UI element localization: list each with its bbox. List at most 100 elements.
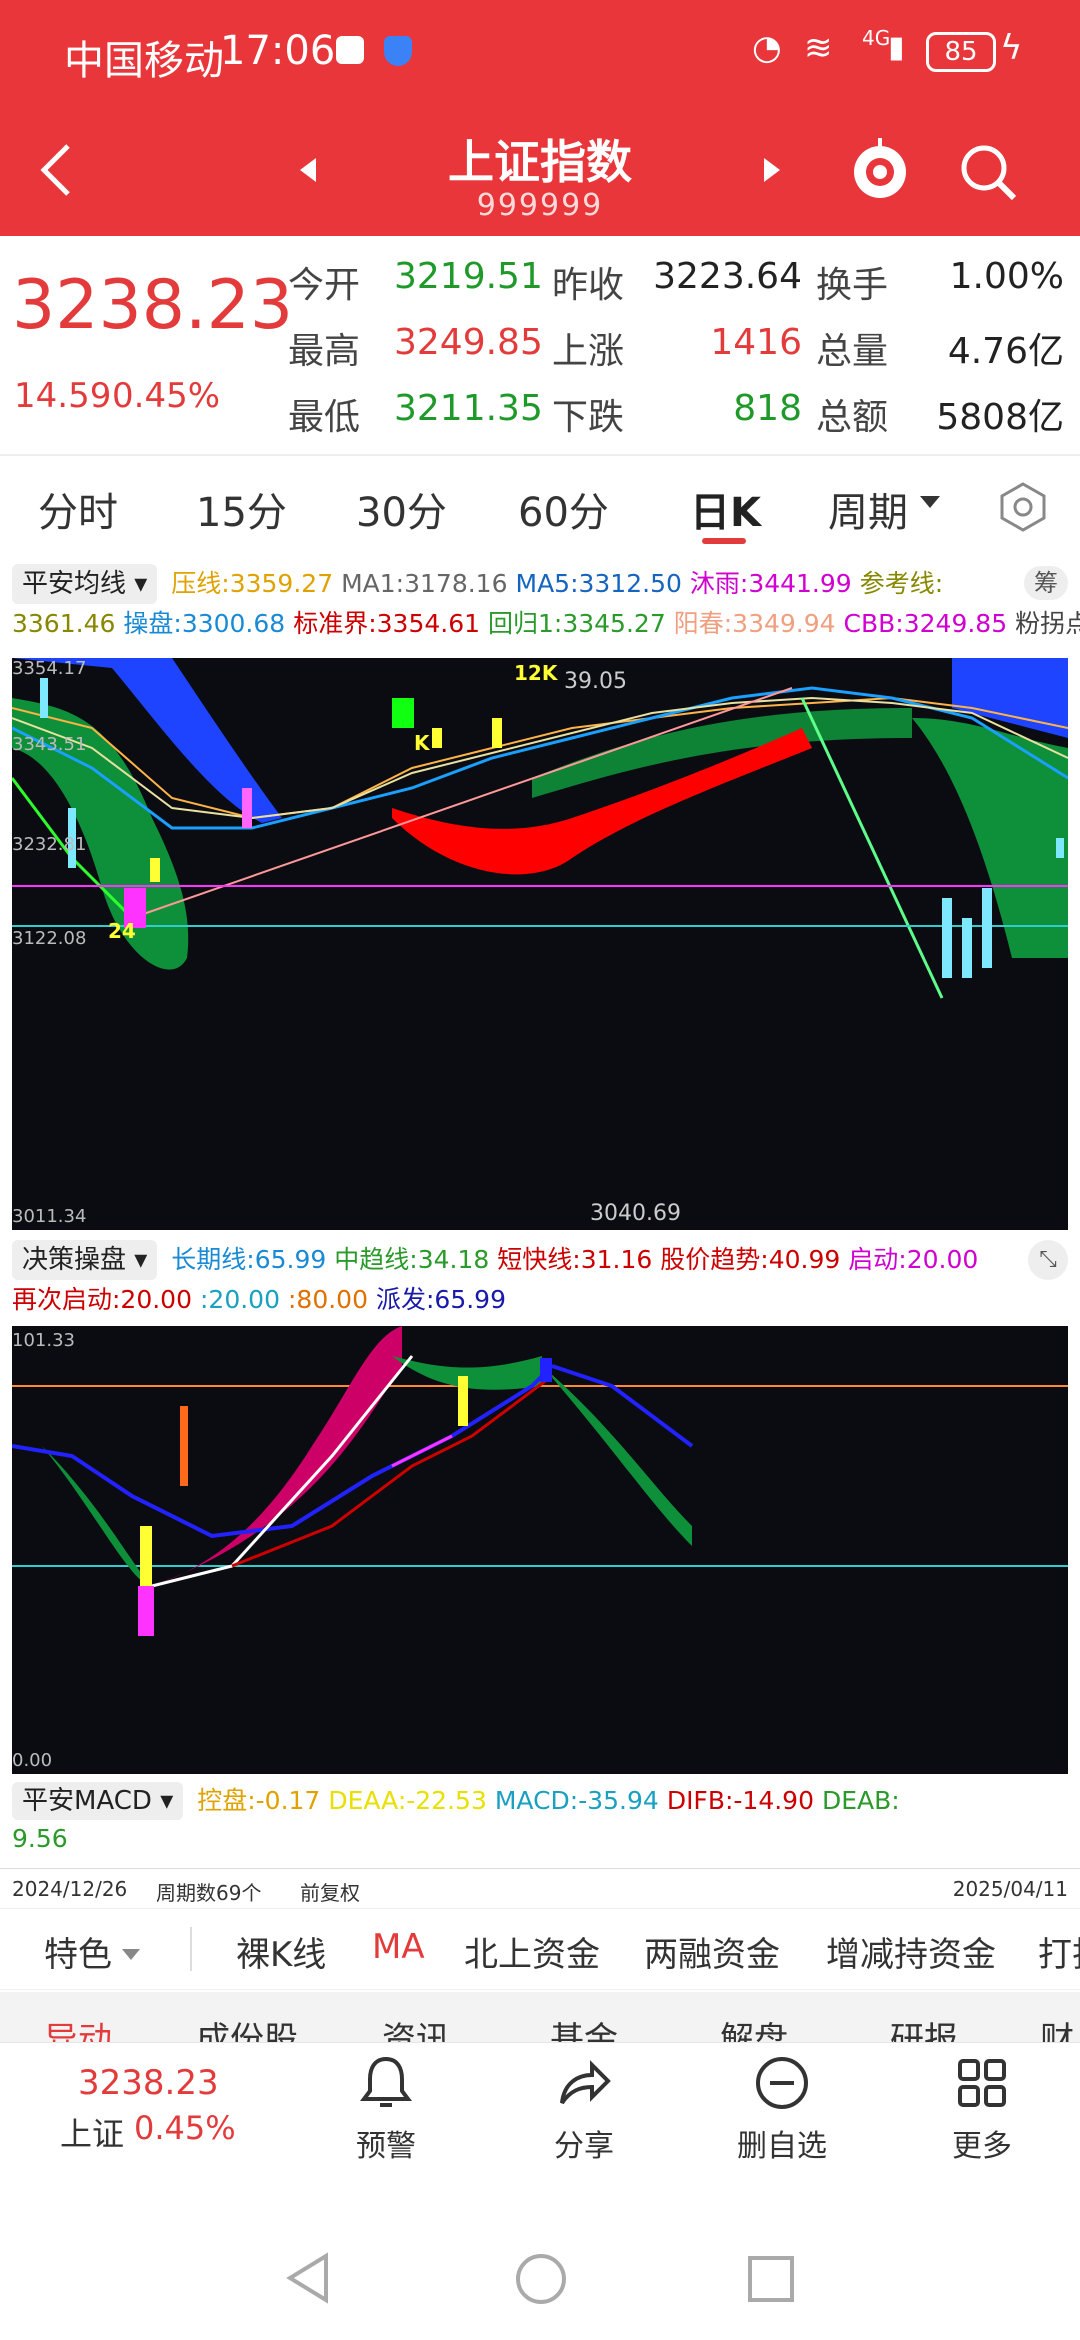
- nav-share[interactable]: 分享: [504, 2053, 664, 2165]
- low-label: 最低: [288, 397, 361, 438]
- sub-indicator-value-4: 启动:20.00: [848, 1245, 979, 1274]
- feature-naked-k[interactable]: 裸K线: [236, 1927, 326, 1976]
- feature-margin[interactable]: 两融资金: [644, 1927, 780, 1976]
- sub-indicator-chart[interactable]: 101.33 0.00: [12, 1326, 1068, 1774]
- peek-tab-reports[interactable]: 研报: [890, 2012, 958, 2042]
- sub-y-top-label: 101.33: [12, 1330, 75, 1351]
- feature-special[interactable]: 特色: [44, 1927, 112, 1976]
- nav-more-label: 更多: [952, 2129, 1012, 2164]
- peek-tab-news[interactable]: 资讯: [382, 2012, 450, 2042]
- nav-more[interactable]: 更多: [902, 2053, 1062, 2165]
- period-dropdown-icon[interactable]: [920, 496, 940, 508]
- peek-tab-finance[interactable]: 财务: [1040, 2012, 1080, 2042]
- open-value: 3219.51: [394, 256, 543, 297]
- tab-intraday[interactable]: 分时: [38, 480, 118, 538]
- main-indicator-name: 平安均线: [22, 569, 127, 599]
- nav-alert[interactable]: 预警: [306, 2053, 466, 2165]
- main-y-label-4: 3011.34: [12, 1206, 86, 1227]
- feature-discount[interactable]: 打折: [1038, 1927, 1080, 1976]
- macd-indicator-select[interactable]: 平安MACD ▾: [12, 1782, 184, 1820]
- quote-panel: 3238.23 14.59 0.45% 今开 3219.51 昨收 3223.6…: [0, 236, 1080, 456]
- main-indicator-select[interactable]: 平安均线 ▾: [12, 564, 158, 604]
- main-y-label-2: 3232.81: [12, 834, 86, 855]
- nav-alert-label: 预警: [356, 2129, 416, 2164]
- tab-period[interactable]: 周期: [828, 480, 908, 538]
- bottom-price: 3238.23: [78, 2063, 219, 2103]
- feature-bar: 特色 裸K线 MA 北上资金 两融资金 增减持资金 打折: [0, 1908, 1080, 1990]
- peek-tab-funds[interactable]: 基金: [550, 2012, 618, 2042]
- wifi-icon: ≋: [804, 28, 833, 68]
- open-label: 今开: [288, 265, 361, 306]
- peek-tab-constituents[interactable]: 成份股: [196, 2012, 298, 2042]
- peek-tab-movement[interactable]: 异动: [44, 2012, 112, 2042]
- shield-icon: [384, 36, 412, 66]
- feature-divider: [190, 1927, 192, 1971]
- main-y-label-1: 3343.51: [12, 734, 86, 755]
- prev-close-label: 昨收: [552, 265, 625, 306]
- annotation-low: 3040.69: [590, 1201, 681, 1226]
- start-date: 2024/12/26: [12, 1877, 128, 1901]
- feature-northbound[interactable]: 北上资金: [464, 1927, 600, 1976]
- sub-indicator-2-value-0: 再次启动:20.00: [12, 1285, 192, 1314]
- battery-icon: 85: [926, 32, 996, 72]
- tab-30min[interactable]: 30分: [356, 480, 447, 538]
- tab-15min[interactable]: 15分: [196, 480, 287, 538]
- annotation-high: 39.05: [564, 669, 627, 694]
- advancers-label: 上涨: [552, 331, 625, 372]
- amount-label: 总额: [816, 397, 889, 438]
- grid-more-icon: [958, 2059, 1006, 2107]
- volume-label: 总量: [816, 331, 889, 372]
- sub-indicator-value-1: 中趋线:34.18: [334, 1245, 490, 1274]
- tab-60min[interactable]: 60分: [518, 480, 609, 538]
- time-label: 17:06: [220, 28, 336, 74]
- nav-remove-watchlist[interactable]: 删自选: [702, 2053, 862, 2165]
- main-indicator-value-1: MA1:3178.16: [341, 569, 508, 598]
- sub-indicator-legend: 决策操盘 ▾ 长期线:65.99 中趋线:34.18 短快线:31.16 股价趋势:4…: [0, 1236, 1080, 1328]
- main-indicator-2-value-5: CBB:3249.85: [843, 609, 1008, 638]
- nav-remove-watchlist-label: 删自选: [737, 2129, 827, 2164]
- feature-dropdown-icon[interactable]: [122, 1949, 140, 1960]
- feature-ma[interactable]: MA: [372, 1927, 425, 1967]
- sub-indicator-select[interactable]: 决策操盘 ▾: [12, 1240, 158, 1280]
- system-back-icon[interactable]: [284, 2250, 332, 2306]
- bottom-pct: 0.45%: [134, 2109, 236, 2147]
- expand-icon[interactable]: ⤡: [1028, 1240, 1068, 1280]
- prev-close-value: 3223.64: [653, 256, 802, 297]
- main-indicator-2-value-3: 回归1:3345.27: [488, 609, 666, 638]
- current-price: 3238.23: [12, 266, 294, 345]
- annotation-k: K: [414, 731, 431, 755]
- main-k-chart[interactable]: 3354.17 3343.51 3232.81 3122.08 3011.34 …: [12, 658, 1068, 1230]
- main-indicator-2-value-0: 3361.46: [12, 609, 116, 638]
- search-icon[interactable]: [956, 140, 1020, 204]
- sub-indicator-value-3: 股价趋势:40.99: [660, 1245, 841, 1274]
- annotation-24: 24: [108, 919, 136, 943]
- macd-indicator-name: 平安MACD: [22, 1786, 152, 1816]
- main-indicator-2-value-2: 标准界:3354.61: [293, 609, 481, 638]
- share-icon: [560, 2060, 611, 2105]
- bottom-index-name: 上证: [60, 2115, 125, 2153]
- settings-hex-icon[interactable]: [996, 480, 1050, 534]
- price-change-pct: 0.45%: [112, 376, 221, 416]
- turnover-value: 1.00%: [949, 256, 1064, 297]
- end-date: 2025/04/11: [952, 1877, 1068, 1901]
- annotation-12k: 12K: [514, 661, 559, 685]
- top-bar: 中国移动 17:06 ◔ ≋ 4G ▮ 85 ϟ 上证指数 999999: [0, 0, 1080, 236]
- sub-indicator-value-2: 短快线:31.16: [497, 1245, 653, 1274]
- next-stock-icon[interactable]: [760, 156, 784, 184]
- chip-distribution-button[interactable]: 筹: [1024, 566, 1068, 600]
- period-tabs: 分时 15分 30分 60分 日K 周期: [0, 456, 1080, 558]
- high-label: 最高: [288, 331, 361, 372]
- bottom-nav: 3238.23 上证 0.45% 预警 分享 删自选 更多: [0, 2042, 1080, 2203]
- system-recents-icon[interactable]: [746, 2254, 796, 2304]
- peek-tab-analysis[interactable]: 解盘: [720, 2012, 788, 2042]
- tab-daily-k[interactable]: 日K: [690, 480, 761, 538]
- main-indicator-2-value-4: 阳春:3349.94: [673, 609, 836, 638]
- advancers-value: 1416: [710, 322, 802, 363]
- main-indicator-2-value-6: 粉拐点:: [1015, 609, 1080, 638]
- nav-share-label: 分享: [554, 2129, 614, 2164]
- feature-holding-change[interactable]: 增减持资金: [826, 1927, 996, 1976]
- date-range-bar: 2024/12/26 周期数69个 前复权 2025/04/11: [0, 1868, 1080, 1909]
- system-home-icon[interactable]: [514, 2252, 568, 2306]
- sub-indicator-2-value-3: 派发:65.99: [376, 1285, 506, 1314]
- robot-assistant-icon[interactable]: [848, 136, 912, 206]
